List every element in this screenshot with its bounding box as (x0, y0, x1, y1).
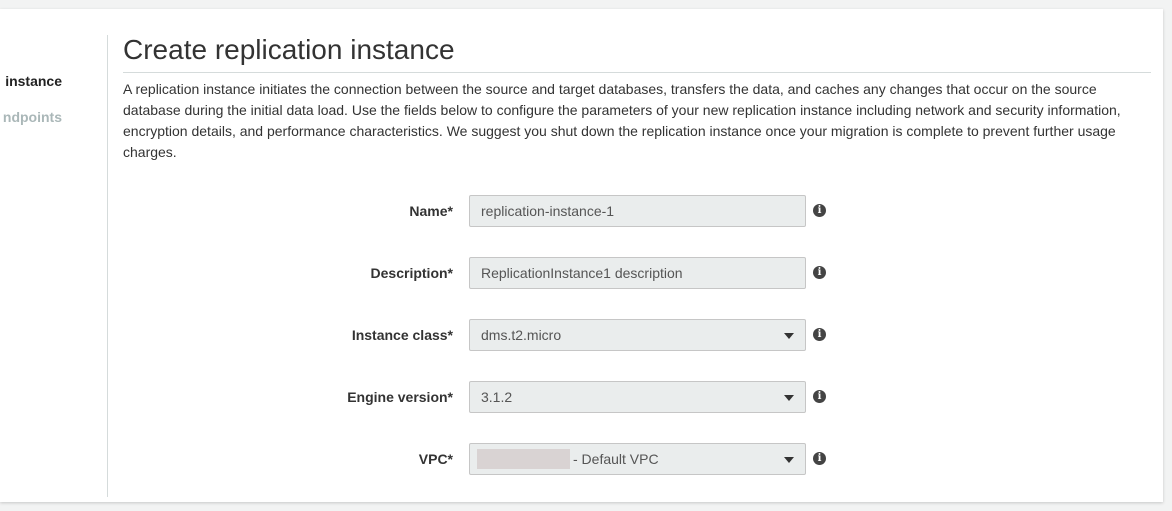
engine-version-value: 3.1.2 (481, 389, 513, 405)
vpc-value: - Default VPC (573, 451, 659, 467)
instance-class-value: dms.t2.micro (481, 327, 562, 343)
page-description: A replication instance initiates the con… (123, 81, 1121, 160)
info-icon[interactable]: i (813, 204, 826, 217)
form-row-vpc: VPC* - Default VPC i (123, 443, 1151, 475)
nav-divider (107, 35, 108, 497)
form-row-description: Description* ReplicationInstance1 descri… (123, 257, 1151, 289)
page-title: Create replication instance (123, 9, 1151, 73)
wizard-nav: instance ndpoints (0, 9, 108, 502)
engine-version-label: Engine version* (347, 389, 453, 405)
name-input[interactable]: replication-instance-1 (469, 195, 806, 227)
redacted-vpc-id (477, 449, 570, 469)
description-input[interactable]: ReplicationInstance1 description (469, 257, 806, 289)
description-value: ReplicationInstance1 description (481, 265, 683, 281)
info-icon[interactable]: i (813, 328, 826, 341)
chevron-down-icon (784, 333, 794, 339)
instance-class-select[interactable]: dms.t2.micro (469, 319, 806, 351)
vpc-select[interactable]: - Default VPC (469, 443, 806, 475)
content-card: instance ndpoints Create replication ins… (0, 9, 1163, 502)
name-value: replication-instance-1 (481, 203, 615, 219)
info-icon[interactable]: i (813, 390, 826, 403)
info-icon[interactable]: i (813, 452, 826, 465)
form-row-engine-version: Engine version* 3.1.2 i (123, 381, 1151, 413)
wizard-step-instance[interactable]: instance (5, 73, 62, 89)
name-label: Name* (409, 203, 453, 219)
info-icon[interactable]: i (813, 266, 826, 279)
form-row-instance-class: Instance class* dms.t2.micro i (123, 319, 1151, 351)
vpc-label: VPC* (418, 451, 453, 467)
form-row-name: Name* replication-instance-1 i (123, 195, 1151, 227)
chevron-down-icon (784, 457, 794, 463)
description-label: Description* (370, 265, 453, 281)
chevron-down-icon (784, 395, 794, 401)
instance-class-label: Instance class* (351, 327, 453, 343)
engine-version-select[interactable]: 3.1.2 (469, 381, 806, 413)
main-panel: Create replication instance A replicatio… (123, 9, 1151, 475)
wizard-step-endpoints[interactable]: ndpoints (3, 109, 62, 125)
